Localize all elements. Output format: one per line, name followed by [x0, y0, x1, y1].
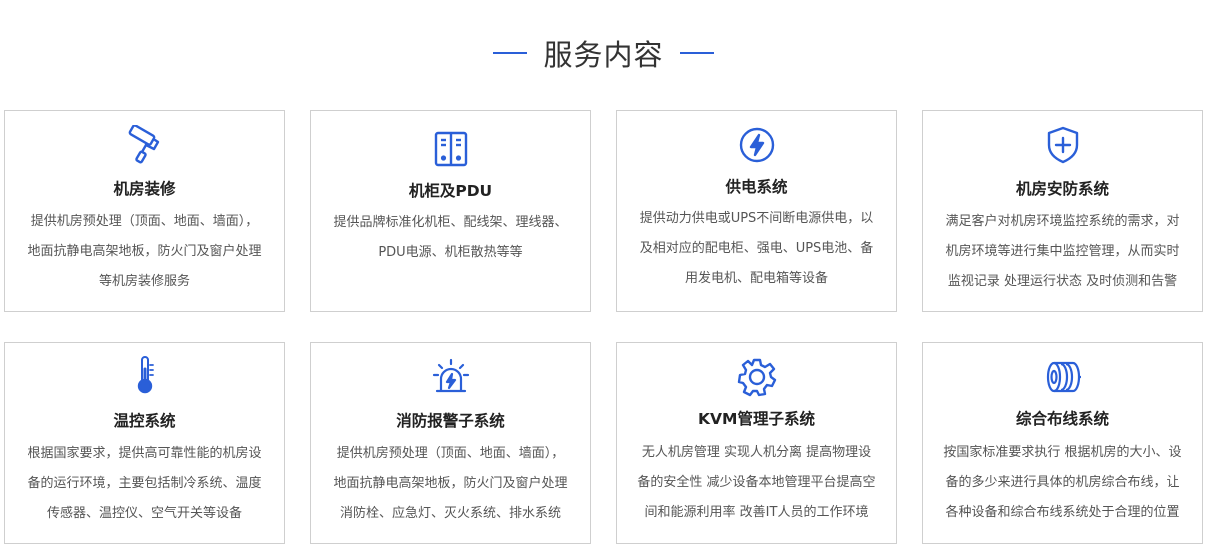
- title-left-dash: [493, 52, 528, 54]
- service-card-cabling[interactable]: 综合布线系统 按国家标准要求执行 根据机房的大小、设 备的多少来进行具体的机房综…: [922, 342, 1203, 544]
- service-card-security[interactable]: 机房安防系统 满足客户对机房环境监控系统的需求，对 机房环境等进行集中监控管理，…: [922, 110, 1203, 312]
- service-name: 温控系统: [113, 412, 176, 430]
- service-description: 提供机房预处理（顶面、地面、墙面）， 地面抗静电高架地板，防火门及窗户处理 消防…: [333, 446, 568, 521]
- service-name: 消防报警子系统: [396, 412, 505, 430]
- service-description: 提供动力供电或UPS不间断电源供电，以 及相对应的配电柜、强电、UPS电池、备 …: [639, 211, 874, 286]
- service-card-room-decoration[interactable]: 机房装修 提供机房预处理（顶面、地面、墙面）， 地面抗静电高架地板，防火门及窗户…: [4, 110, 285, 312]
- thermometer-icon: [125, 355, 165, 395]
- title-right-dash: [679, 52, 714, 54]
- service-name: 机房安防系统: [1015, 180, 1109, 198]
- service-name: KVM管理子系统: [698, 410, 815, 428]
- service-name: 机柜及PDU: [408, 182, 493, 200]
- service-card-temperature-control[interactable]: 温控系统 根据国家要求，提供高可靠性能的机房设 备的运行环境，主要包括制冷系统、…: [4, 342, 285, 544]
- service-card-kvm-management[interactable]: KVM管理子系统 无人机房管理 实现人机分离 提高物理设 备的安全性 减少设备本…: [616, 342, 897, 544]
- paint-roller-icon: [125, 125, 165, 165]
- service-description: 根据国家要求，提供高可靠性能的机房设 备的运行环境，主要包括制冷系统、温度 传感…: [27, 446, 262, 521]
- shield-plus-icon: [1043, 125, 1083, 165]
- server-cabinet-icon: [431, 129, 471, 169]
- page-title: 服务内容: [543, 38, 664, 72]
- section-header: 服务内容: [0, 32, 1207, 74]
- service-card-fire-alarm[interactable]: 消防报警子系统 提供机房预处理（顶面、地面、墙面）， 地面抗静电高架地板，防火门…: [310, 342, 591, 544]
- lightning-circle-icon: [737, 125, 777, 165]
- service-name: 机房装修: [113, 180, 176, 198]
- service-card-power-supply[interactable]: 供电系统 提供动力供电或UPS不间断电源供电，以 及相对应的配电柜、强电、UPS…: [616, 110, 897, 312]
- alarm-siren-icon: [431, 357, 471, 397]
- service-description: 满足客户对机房环境监控系统的需求，对 机房环境等进行集中监控管理，从而实时 监视…: [945, 214, 1180, 289]
- service-description: 提供机房预处理（顶面、地面、墙面）， 地面抗静电高架地板，防火门及窗户处理 等机…: [27, 214, 262, 289]
- service-description: 按国家标准要求执行 根据机房的大小、设 备的多少来进行具体的机房综合布线，让 各…: [943, 445, 1182, 520]
- gear-icon: [737, 357, 777, 397]
- service-description: 提供品牌标准化机柜、配线架、理线器、 PDU电源、机柜散热等等: [333, 215, 568, 260]
- service-name: 供电系统: [725, 178, 788, 196]
- service-card-cabinet-pdu[interactable]: 机柜及PDU 提供品牌标准化机柜、配线架、理线器、 PDU电源、机柜散热等等: [310, 110, 591, 312]
- service-description: 无人机房管理 实现人机分离 提高物理设 备的安全性 减少设备本地管理平台提高空 …: [637, 445, 876, 520]
- cable-coil-icon: [1043, 357, 1083, 397]
- service-name: 综合布线系统: [1015, 410, 1109, 428]
